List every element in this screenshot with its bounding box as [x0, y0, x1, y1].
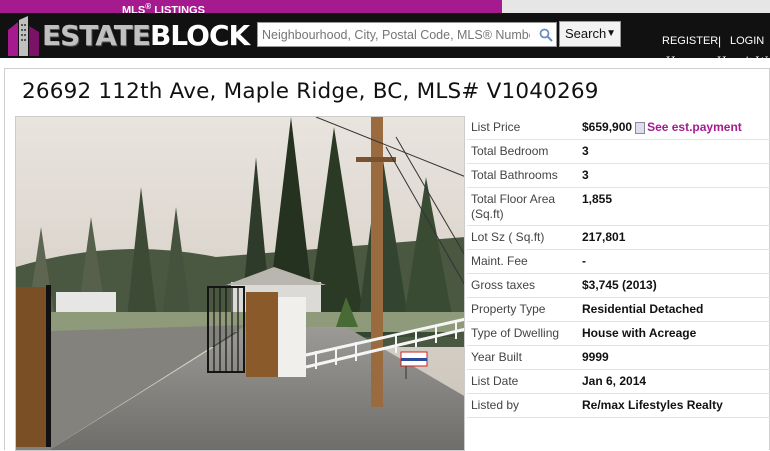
see-payment-link[interactable]: See est.payment: [647, 120, 742, 134]
building-logo-icon: [8, 16, 39, 56]
detail-label: List Price: [467, 116, 578, 140]
detail-row: Gross taxes $3,745 (2013): [467, 273, 770, 298]
detail-label: Total Floor Area (Sq.ft): [467, 187, 578, 226]
detail-value: Jan 6, 2014: [578, 369, 770, 394]
search-button-label: Search: [565, 26, 607, 41]
property-photo-image: [16, 117, 464, 450]
detail-value: 3: [578, 163, 770, 188]
login-link[interactable]: LOGIN: [730, 35, 764, 47]
calculator-icon[interactable]: [635, 121, 646, 134]
detail-value: -: [578, 249, 770, 274]
detail-label: Maint. Fee: [467, 249, 578, 274]
listing-details-table: List Price $659,900 See est.payment Total…: [467, 116, 770, 418]
detail-value: 1,855: [578, 187, 770, 226]
detail-value: 9999: [578, 345, 770, 370]
brand-part-estate: ESTATE: [42, 19, 151, 52]
detail-label: Type of Dwelling: [467, 321, 578, 346]
search-button[interactable]: Search ▼: [559, 21, 621, 47]
home-link[interactable]: Home: [666, 53, 698, 69]
register-link[interactable]: REGISTER: [662, 35, 718, 47]
detail-row: Type of Dwelling House with Acreage: [467, 321, 770, 346]
detail-row-list-price: List Price $659,900 See est.payment: [467, 116, 770, 140]
detail-label: Property Type: [467, 297, 578, 322]
detail-row: Total Bathrooms 3: [467, 163, 770, 188]
listing-panel: 26692 112th Ave, Maple Ridge, BC, MLS# V…: [4, 68, 770, 451]
dropdown-arrow-icon: ▼: [606, 28, 616, 39]
detail-value: 3: [578, 139, 770, 164]
how-it-works-link[interactable]: How it W: [717, 53, 768, 69]
listing-title: 26692 112th Ave, Maple Ridge, BC, MLS# V…: [22, 79, 599, 104]
detail-row: Lot Sz ( Sq.ft) 217,801: [467, 225, 770, 250]
detail-value: House with Acreage: [578, 321, 770, 346]
site-logo[interactable]: ESTATEBLOCK: [6, 16, 250, 56]
detail-label: List Date: [467, 369, 578, 394]
search-input[interactable]: [257, 22, 557, 47]
detail-value: Re/max Lifestyles Realty: [578, 393, 770, 418]
list-price-value: $659,900: [582, 120, 633, 134]
detail-row: Property Type Residential Detached: [467, 297, 770, 322]
property-photo[interactable]: [15, 116, 465, 451]
detail-row: Total Floor Area (Sq.ft) 1,855: [467, 187, 770, 226]
detail-value: $3,745 (2013): [578, 273, 770, 298]
detail-row: Maint. Fee -: [467, 249, 770, 274]
search-icon[interactable]: [538, 27, 554, 43]
brand-part-block: BLOCK: [149, 19, 250, 52]
detail-label: Gross taxes: [467, 273, 578, 298]
brand-wordmark: ESTATEBLOCK: [42, 19, 250, 52]
detail-row: List Date Jan 6, 2014: [467, 369, 770, 394]
detail-label: Total Bedroom: [467, 139, 578, 164]
detail-row: Year Built 9999: [467, 345, 770, 370]
detail-label: Total Bathrooms: [467, 163, 578, 188]
mls-listings-bar[interactable]: MLS® LISTINGS: [0, 0, 502, 17]
detail-value: Residential Detached: [578, 297, 770, 322]
detail-row: Listed by Re/max Lifestyles Realty: [467, 393, 770, 418]
detail-value: 217,801: [578, 225, 770, 250]
detail-label: Listed by: [467, 393, 578, 418]
detail-row: Total Bedroom 3: [467, 139, 770, 164]
detail-label: Lot Sz ( Sq.ft): [467, 225, 578, 250]
detail-label: Year Built: [467, 345, 578, 370]
nav-separator: |: [718, 34, 722, 48]
detail-value: $659,900 See est.payment: [578, 116, 770, 140]
